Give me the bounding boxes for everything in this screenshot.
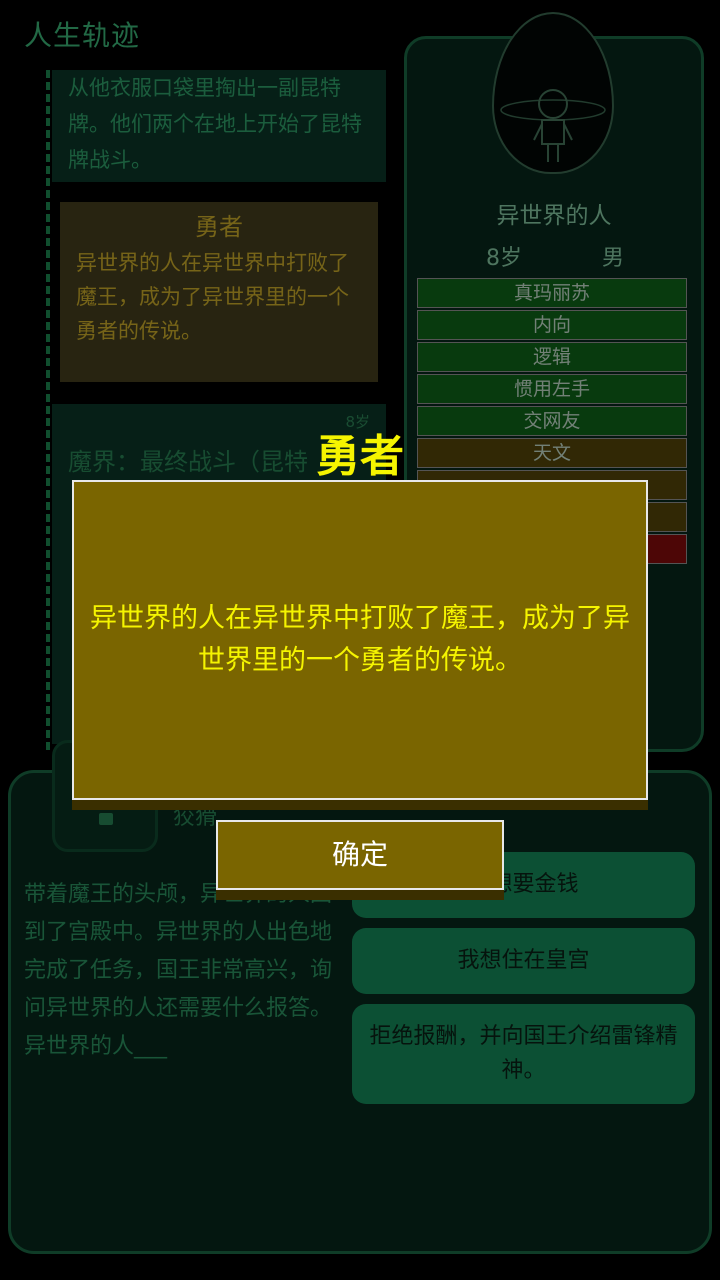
confirm-button[interactable]: 确定	[216, 820, 504, 890]
modal-message: 异世界的人在异世界中打败了魔王，成为了异世界里的一个勇者的传说。	[90, 603, 630, 676]
modal-dialog: 异世界的人在异世界中打败了魔王，成为了异世界里的一个勇者的传说。	[72, 480, 648, 800]
modal-title: 勇者	[316, 431, 404, 482]
